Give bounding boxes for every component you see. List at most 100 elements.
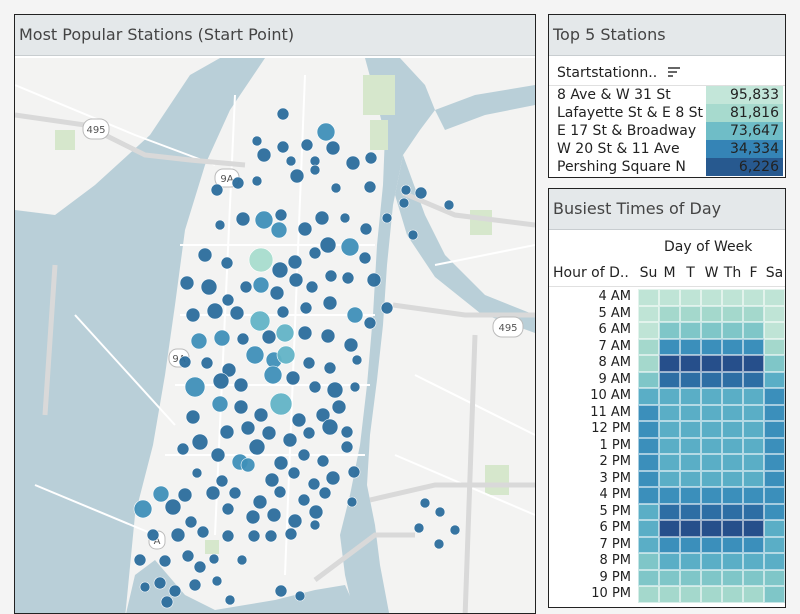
heatmap-cell[interactable] (638, 322, 659, 339)
station-marker[interactable] (221, 293, 235, 307)
heatmap-cell[interactable] (764, 355, 785, 372)
station-marker[interactable] (210, 183, 224, 197)
station-marker[interactable] (380, 301, 394, 315)
heatmap-cell[interactable] (722, 454, 743, 471)
station-marker[interactable] (285, 155, 297, 167)
top5-row-3[interactable]: E 17 St & Broadway 73,647 (549, 122, 785, 140)
heatmap-cell[interactable] (680, 487, 701, 504)
station-marker[interactable] (363, 316, 377, 330)
heatmap-cell[interactable] (638, 305, 659, 322)
heatmap-cell[interactable] (638, 338, 659, 355)
heatmap-cell[interactable] (764, 421, 785, 438)
heatmap-cell[interactable] (659, 338, 680, 355)
heatmap-cell[interactable] (638, 569, 659, 586)
station-marker[interactable] (211, 395, 229, 413)
station-marker[interactable] (205, 485, 221, 501)
heatmap-cell[interactable] (701, 388, 722, 405)
heatmap-cell[interactable] (722, 487, 743, 504)
station-marker[interactable] (164, 498, 182, 516)
heatmap-cell[interactable] (722, 437, 743, 454)
heatmap-cell[interactable] (701, 536, 722, 553)
heatmap-cell[interactable] (743, 503, 764, 520)
station-marker[interactable] (276, 345, 296, 365)
heatmap-cell[interactable] (722, 388, 743, 405)
station-marker[interactable] (181, 549, 195, 563)
station-marker[interactable] (407, 229, 419, 241)
heatmap-cell[interactable] (701, 289, 722, 306)
station-marker[interactable] (287, 466, 301, 480)
station-marker[interactable] (321, 418, 339, 436)
heatmap-cell[interactable] (701, 355, 722, 372)
station-marker[interactable] (188, 578, 202, 592)
station-marker[interactable] (341, 271, 355, 285)
station-marker[interactable] (414, 186, 428, 200)
station-marker[interactable] (297, 325, 313, 341)
heatmap-cell[interactable] (743, 388, 764, 405)
heatmap-cell[interactable] (764, 470, 785, 487)
heatmap-cell[interactable] (722, 404, 743, 421)
heatmap-cell[interactable] (638, 371, 659, 388)
station-marker[interactable] (273, 485, 287, 499)
station-marker[interactable] (302, 426, 316, 440)
station-marker[interactable] (211, 575, 223, 587)
station-marker[interactable] (359, 222, 373, 236)
station-marker[interactable] (253, 407, 269, 423)
station-marker[interactable] (184, 376, 206, 398)
heatmap-cell[interactable] (701, 503, 722, 520)
station-marker[interactable] (319, 236, 337, 254)
station-marker[interactable] (249, 310, 271, 332)
station-marker[interactable] (309, 519, 321, 531)
station-marker[interactable] (193, 560, 207, 574)
station-marker[interactable] (285, 370, 301, 386)
station-marker[interactable] (288, 272, 304, 288)
heatmap-cell[interactable] (659, 437, 680, 454)
station-marker[interactable] (339, 212, 351, 224)
heatmap-cell[interactable] (764, 305, 785, 322)
station-marker[interactable] (276, 140, 290, 154)
heatmap-cell[interactable] (722, 520, 743, 537)
station-marker[interactable] (179, 275, 195, 291)
heatmap-cell[interactable] (680, 470, 701, 487)
station-marker[interactable] (413, 522, 425, 534)
station-marker[interactable] (381, 212, 393, 224)
heatmap-cell[interactable] (722, 569, 743, 586)
heatmap-cell[interactable] (743, 470, 764, 487)
station-marker[interactable] (208, 553, 220, 565)
heatmap-cell[interactable] (638, 520, 659, 537)
station-marker[interactable] (340, 237, 360, 257)
station-marker[interactable] (245, 509, 261, 525)
heatmap-cell[interactable] (743, 421, 764, 438)
station-marker[interactable] (133, 553, 147, 567)
heatmap-cell[interactable] (680, 305, 701, 322)
station-marker[interactable] (221, 529, 235, 543)
heatmap-cell[interactable] (764, 487, 785, 504)
heatmap-cell[interactable] (659, 305, 680, 322)
station-marker[interactable] (324, 269, 338, 283)
heatmap-cell[interactable] (743, 536, 764, 553)
station-marker[interactable] (331, 399, 347, 415)
station-marker[interactable] (233, 377, 249, 393)
heatmap-cell[interactable] (743, 569, 764, 586)
station-marker[interactable] (273, 455, 289, 471)
station-marker[interactable] (419, 497, 431, 509)
station-marker[interactable] (152, 485, 170, 503)
heatmap-cell[interactable] (743, 322, 764, 339)
station-map[interactable]: 495 9A 495 9A A (15, 58, 535, 613)
station-marker[interactable] (256, 147, 272, 163)
station-marker[interactable] (287, 254, 303, 270)
station-marker[interactable] (133, 499, 153, 519)
station-marker[interactable] (297, 448, 311, 462)
heatmap-cell[interactable] (722, 338, 743, 355)
heatmap-cell[interactable] (680, 421, 701, 438)
heatmap-cell[interactable] (701, 371, 722, 388)
station-marker[interactable] (433, 538, 445, 550)
heatmap-cell[interactable] (701, 421, 722, 438)
heatmap-cell[interactable] (764, 404, 785, 421)
station-marker[interactable] (316, 454, 330, 468)
station-marker[interactable] (284, 527, 298, 541)
station-marker[interactable] (264, 529, 278, 543)
station-marker[interactable] (320, 328, 336, 344)
top5-row-5[interactable]: Pershing Square N 6,226 (549, 158, 785, 176)
station-marker[interactable] (248, 438, 266, 456)
station-marker[interactable] (400, 184, 412, 196)
